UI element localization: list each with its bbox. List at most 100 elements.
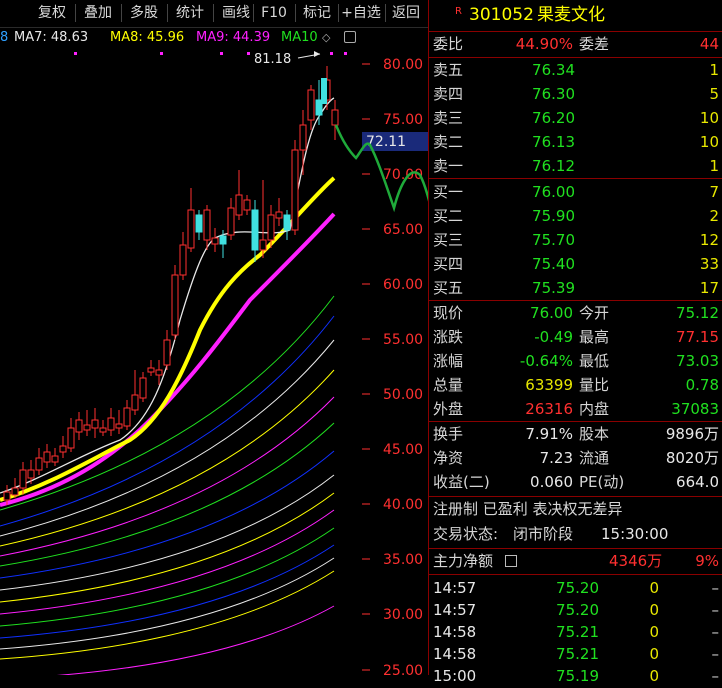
stat-value: 664.0 <box>676 473 719 491</box>
stock-name: 果麦文化 <box>537 5 605 25</box>
ask-price: 76.13 <box>532 133 575 151</box>
candle-body <box>59 445 67 453</box>
stock-header: R 301052 果麦文化 <box>429 4 722 30</box>
stat-label: 量比 <box>579 376 610 394</box>
stat-label: 净资 <box>433 449 464 467</box>
stat-value: -0.49 <box>534 328 573 346</box>
square-icon[interactable] <box>344 31 356 43</box>
tick-qty: 0 <box>649 623 659 641</box>
draw-line-button[interactable]: 画线 <box>216 2 256 24</box>
candle-body <box>139 377 147 399</box>
long-ma-line <box>0 527 335 627</box>
long-ma-line <box>56 605 335 675</box>
tick-time: 15:00 <box>433 667 477 685</box>
tick-price: 75.20 <box>556 601 599 619</box>
bid-price: 75.40 <box>532 255 575 273</box>
overlay-button[interactable]: 叠加 <box>78 2 118 24</box>
stat-label: 最低 <box>579 352 610 370</box>
main-net-value: 4346万 <box>609 552 663 570</box>
stat2-row: 净资 7.23 流通 8020万 <box>429 447 722 470</box>
candle-body <box>203 209 211 241</box>
stat2-row: 换手 7.91% 股本 9896万 <box>429 423 722 446</box>
ma-marker <box>330 52 333 55</box>
statistics-button[interactable]: 统计 <box>170 2 210 24</box>
ma9-label: MA9: 44.39 <box>196 30 271 45</box>
candle-body <box>83 424 91 431</box>
tick-qty: 0 <box>649 667 659 685</box>
tick-row[interactable]: 14:58 75.21 0 – <box>429 643 722 666</box>
trade-status-label: 交易状态: <box>433 525 499 543</box>
ask-label: 卖五 <box>433 61 464 79</box>
multi-stock-button[interactable]: 多股 <box>124 2 164 24</box>
candle-body <box>27 469 35 479</box>
bid-row[interactable]: 买五 75.39 17 <box>429 277 722 300</box>
ask-row[interactable]: 卖二 76.13 10 <box>429 131 722 154</box>
axis-label-65: 65.00 <box>383 222 423 238</box>
tick-row[interactable]: 14:57 75.20 0 – <box>429 599 722 622</box>
bid-row[interactable]: 买三 75.70 12 <box>429 229 722 252</box>
ma10-label: MA10 <box>281 30 318 45</box>
tick-time: 14:58 <box>433 645 477 663</box>
stat-value: -0.64% <box>519 352 573 370</box>
tick-row[interactable]: 14:58 75.21 0 – <box>429 621 722 644</box>
ma-marker <box>74 52 77 55</box>
stat-value: 75.12 <box>676 304 719 322</box>
tick-flag: – <box>711 579 720 597</box>
candle-body <box>321 78 327 104</box>
tick-time: 14:58 <box>433 623 477 641</box>
main-net-row[interactable]: 主力净额 4346万 9% <box>429 550 722 573</box>
ma-lines-group <box>0 97 336 675</box>
ask-row[interactable]: 卖三 76.20 10 <box>429 107 722 130</box>
candle-body <box>43 451 51 463</box>
add-favorite-button[interactable]: +自选 <box>339 2 383 24</box>
mark-button[interactable]: 标记 <box>298 2 336 24</box>
candle-body <box>131 394 139 411</box>
axis-label-30: 30.00 <box>383 607 423 623</box>
candle-body <box>235 194 243 216</box>
candle-body <box>267 214 275 241</box>
candle-body <box>195 214 203 233</box>
candle-body <box>11 487 19 496</box>
ask-price: 76.30 <box>532 85 575 103</box>
ma-legend-partial: 8 <box>0 30 9 45</box>
ask-row[interactable]: 卖一 76.12 1 <box>429 155 722 178</box>
stat-label: 内盘 <box>579 400 610 418</box>
axis-label-45: 45.00 <box>383 442 423 458</box>
kline-chart[interactable]: 80.00 75.00 70.00 65.00 60.00 55.00 50.0… <box>0 48 428 675</box>
candle-body <box>91 419 99 429</box>
stat-value: 76.00 <box>530 304 573 322</box>
quote-panel: R 301052 果麦文化 委比 44.90% 委差 44 卖五 76.34 1 卖四… <box>428 0 722 685</box>
bid-label: 买四 <box>433 255 464 273</box>
tick-qty: 0 <box>649 645 659 663</box>
candle-body <box>251 209 259 251</box>
tick-row[interactable]: 14:57 75.20 0 – <box>429 577 722 600</box>
stat-label: 流通 <box>579 449 610 467</box>
stat-value: 0.78 <box>685 376 719 394</box>
trade-status-value: 闭市阶段 <box>513 525 574 543</box>
candle-body <box>219 235 227 245</box>
stat-value: 73.03 <box>676 352 719 370</box>
restore-rights-button[interactable]: 复权 <box>32 2 72 24</box>
diamond-icon[interactable]: ◇ <box>322 29 330 47</box>
ask-row[interactable]: 卖五 76.34 1 <box>429 59 722 82</box>
candle-body <box>179 244 187 276</box>
f10-button[interactable]: F10 <box>256 2 292 24</box>
candle-body <box>299 124 307 151</box>
bid-label: 买一 <box>433 183 464 201</box>
candle-body <box>227 207 235 236</box>
chart-toolbar: 复权 叠加 多股 统计 画线 F10 标记 +自选 返回 <box>0 0 428 28</box>
axis-label-75: 75.00 <box>383 112 423 128</box>
stat-label: 外盘 <box>433 400 464 418</box>
tick-time: 14:57 <box>433 601 477 619</box>
bid-row[interactable]: 买一 76.00 7 <box>429 181 722 204</box>
bid-row[interactable]: 买四 75.40 33 <box>429 253 722 276</box>
bid-row[interactable]: 买二 75.90 2 <box>429 205 722 228</box>
list-icon[interactable] <box>505 555 517 567</box>
bid-qty: 7 <box>709 183 719 201</box>
ma-legend: 8 MA7: 48.63 MA8: 45.96 MA9: 44.39 MA10 … <box>0 29 428 47</box>
bid-price: 75.70 <box>532 231 575 249</box>
back-button[interactable]: 返回 <box>387 2 425 24</box>
ma7-line <box>0 97 335 494</box>
ask-row[interactable]: 卖四 76.30 5 <box>429 83 722 106</box>
tick-row[interactable]: 15:00 75.19 0 – <box>429 665 722 688</box>
